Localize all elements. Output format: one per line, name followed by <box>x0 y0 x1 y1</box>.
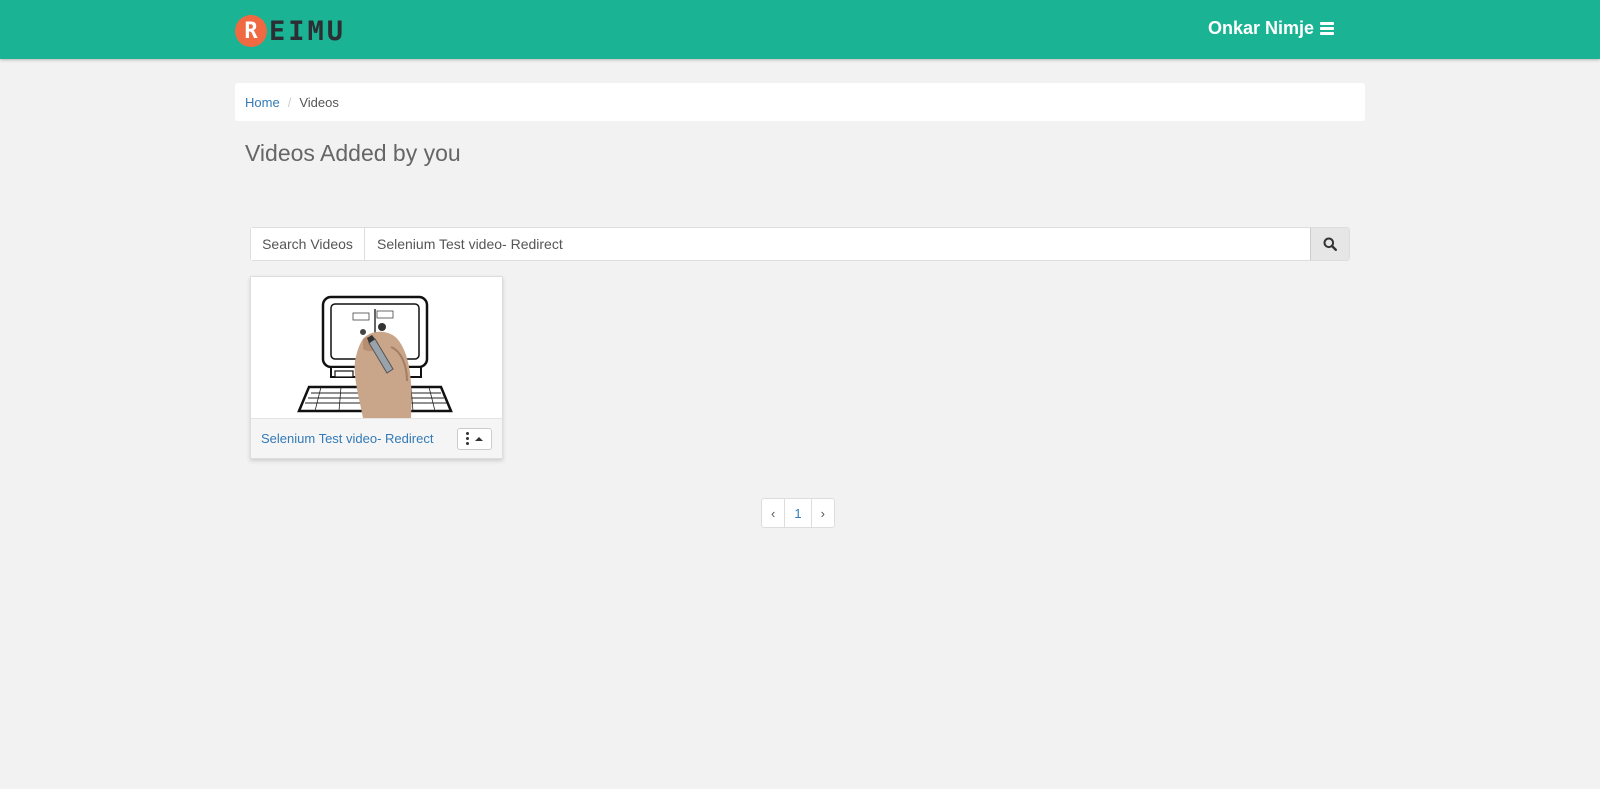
video-card-footer: Selenium Test video- Redirect <box>251 418 502 458</box>
video-thumbnail[interactable] <box>251 277 502 418</box>
search-icon <box>1323 237 1337 251</box>
pagination: ‹ 1 › <box>761 498 835 528</box>
search-input[interactable] <box>365 228 1310 260</box>
breadcrumb-separator: / <box>287 94 292 110</box>
user-name: Onkar Nimje <box>1207 18 1314 38</box>
logo-badge: R <box>235 15 267 47</box>
search-button[interactable] <box>1310 228 1349 260</box>
bars-icon[interactable] <box>1320 21 1334 36</box>
search-group: Search Videos <box>250 227 1350 261</box>
logo-text: EIMU <box>269 15 347 47</box>
top-navbar: R EIMU Onkar Nimje <box>0 0 1600 59</box>
video-options-button[interactable] <box>457 427 492 450</box>
pagination-prev[interactable]: ‹ <box>762 499 784 527</box>
search-label: Search Videos <box>251 228 365 260</box>
reimu-logo[interactable]: R EIMU <box>235 14 346 48</box>
video-title-link[interactable]: Selenium Test video- Redirect <box>261 431 433 446</box>
pagination-page-1[interactable]: 1 <box>784 499 810 527</box>
breadcrumb-home-link[interactable]: Home <box>245 95 280 110</box>
breadcrumb: Home / Videos <box>235 83 1365 121</box>
page-title: Videos Added by you <box>245 140 461 166</box>
breadcrumb-current: Videos <box>299 94 339 110</box>
kebab-icon <box>466 432 469 445</box>
video-card: Selenium Test video- Redirect <box>250 276 503 459</box>
hand-drawing-computer-thumbnail <box>251 277 502 418</box>
caret-up-icon <box>475 436 483 441</box>
pagination-next[interactable]: › <box>810 499 834 527</box>
user-menu[interactable]: Onkar Nimje <box>1208 18 1334 39</box>
